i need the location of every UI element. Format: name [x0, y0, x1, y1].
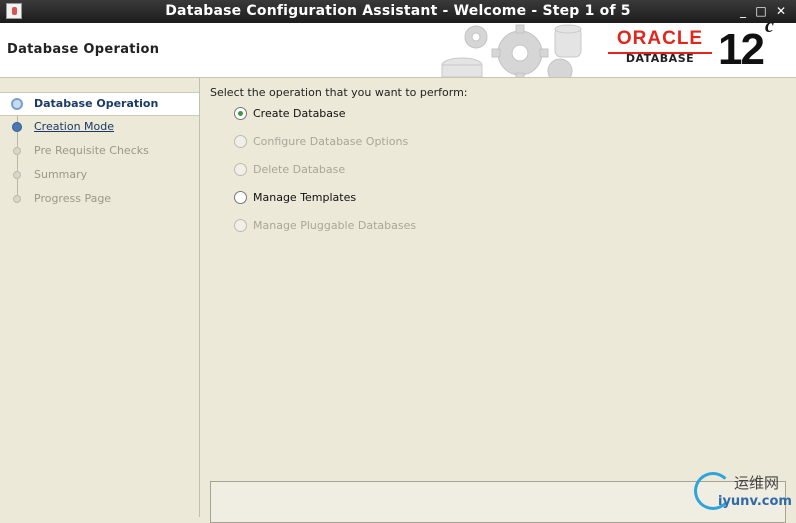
- watermark-cn-text: 运维网: [734, 474, 780, 492]
- wizard-header: Database Operation ORACLE DATABASE 12 c: [0, 15, 796, 78]
- step-pending-icon: [13, 147, 21, 155]
- step-creation-mode[interactable]: Creation Mode: [0, 116, 199, 138]
- radio-button-disabled: [234, 219, 247, 232]
- step-database-operation[interactable]: Database Operation: [0, 92, 199, 116]
- step-pending-icon: [13, 171, 21, 179]
- site-watermark: 运维网 iyunv.com: [694, 470, 794, 515]
- window-title-bar[interactable]: Database Configuration Assistant - Welco…: [0, 0, 796, 23]
- minimize-button[interactable]: _: [734, 3, 752, 20]
- radio-button-selected[interactable]: [234, 107, 247, 120]
- step-pre-requisite-checks: Pre Requisite Checks: [0, 140, 199, 162]
- logo-divider: [608, 52, 712, 54]
- step-label: Creation Mode: [34, 120, 115, 133]
- option-label: Manage Pluggable Databases: [253, 219, 417, 232]
- version-12c: 12 c: [718, 15, 774, 75]
- option-label: Configure Database Options: [253, 135, 409, 148]
- step-pending-icon: [13, 195, 21, 203]
- watermark-url: iyunv.com: [718, 494, 792, 509]
- option-label: Manage Templates: [253, 191, 357, 204]
- version-number: 12: [718, 25, 765, 74]
- page-title: Database Operation: [7, 42, 160, 57]
- close-button[interactable]: ✕: [772, 3, 790, 20]
- radio-button[interactable]: [234, 191, 247, 204]
- step-progress-page: Progress Page: [0, 188, 199, 210]
- version-suffix: c: [764, 15, 774, 38]
- gears-banner-icon: [441, 24, 582, 77]
- oracle-brand-text: ORACLE: [616, 28, 704, 49]
- step-current-icon: [11, 98, 23, 110]
- oracle-database-logo: ORACLE DATABASE 12 c: [608, 15, 774, 74]
- radio-button-disabled: [234, 135, 247, 148]
- main-content: Select the operation that you want to pe…: [200, 78, 796, 523]
- window-title: Database Configuration Assistant - Welco…: [165, 3, 631, 19]
- step-label: Database Operation: [34, 97, 159, 110]
- radio-button-disabled: [234, 163, 247, 176]
- step-label: Progress Page: [34, 192, 112, 205]
- step-completed-icon: [12, 122, 22, 132]
- wizard-steps-sidebar: Database Operation Creation Mode Pre Req…: [0, 78, 200, 517]
- step-label: Pre Requisite Checks: [34, 144, 149, 157]
- step-label: Summary: [34, 168, 88, 181]
- option-label: Delete Database: [253, 163, 346, 176]
- operation-prompt: Select the operation that you want to pe…: [210, 86, 468, 99]
- step-summary: Summary: [0, 164, 199, 186]
- option-label: Create Database: [253, 107, 346, 120]
